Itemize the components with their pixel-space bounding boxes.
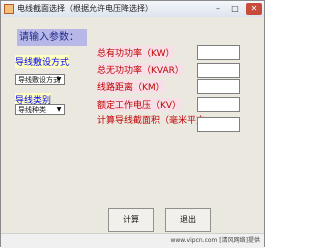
wire-type-value: 导线种类 [18,106,46,114]
wire-type-select[interactable]: 导线种类 ▼ [15,104,65,115]
rated-voltage-label: 额定工作电压（KV） [97,98,182,111]
wiring-method-value: 导线敷设方式 [18,76,60,84]
total-reactive-power-label: 总无功功率（KVAR） [97,63,184,76]
title-bar[interactable]: 电线截面选择（根据允许电压降选择） – □ ✕ [1,1,264,18]
line-distance-label: 线路距离（KM） [97,80,165,93]
maximize-button[interactable]: □ [227,3,243,15]
chevron-down-icon[interactable]: ▼ [55,106,63,114]
cross-section-label: 计算导线截面积（毫米平方 [97,116,206,126]
wiring-method-select[interactable]: 导线敷设方式 ▼ [15,74,65,85]
exit-button[interactable]: 退出 [165,208,211,232]
app-window: 电线截面选择（根据允许电压降选择） – □ ✕ 请输入参数： 导线敷设方式 导线… [0,0,265,248]
rated-voltage-input[interactable] [197,97,240,112]
minimize-button[interactable]: – [210,3,226,15]
total-active-power-label: 总有功功率（KW） [97,46,175,59]
chevron-down-icon[interactable]: ▼ [55,76,63,84]
app-icon [4,4,14,14]
line-distance-input[interactable] [197,79,240,94]
window-title: 电线截面选择（根据允许电压降选择） [17,4,153,13]
form-area: 请输入参数： 导线敷设方式 导线敷设方式 ▼ 导线类别 导线种类 ▼ 总有功功率… [1,17,264,233]
calculate-button[interactable]: 计算 [108,208,154,232]
cross-section-output[interactable] [197,117,240,132]
wiring-method-label: 导线敷设方式 [15,55,70,68]
total-active-power-input[interactable] [197,45,240,60]
total-reactive-power-input[interactable] [197,63,240,78]
watermark-text: www.vipcn.com [清风网络]提供 [1,233,264,248]
close-button[interactable]: ✕ [246,3,262,15]
input-prompt-title: 请输入参数： [17,29,87,46]
